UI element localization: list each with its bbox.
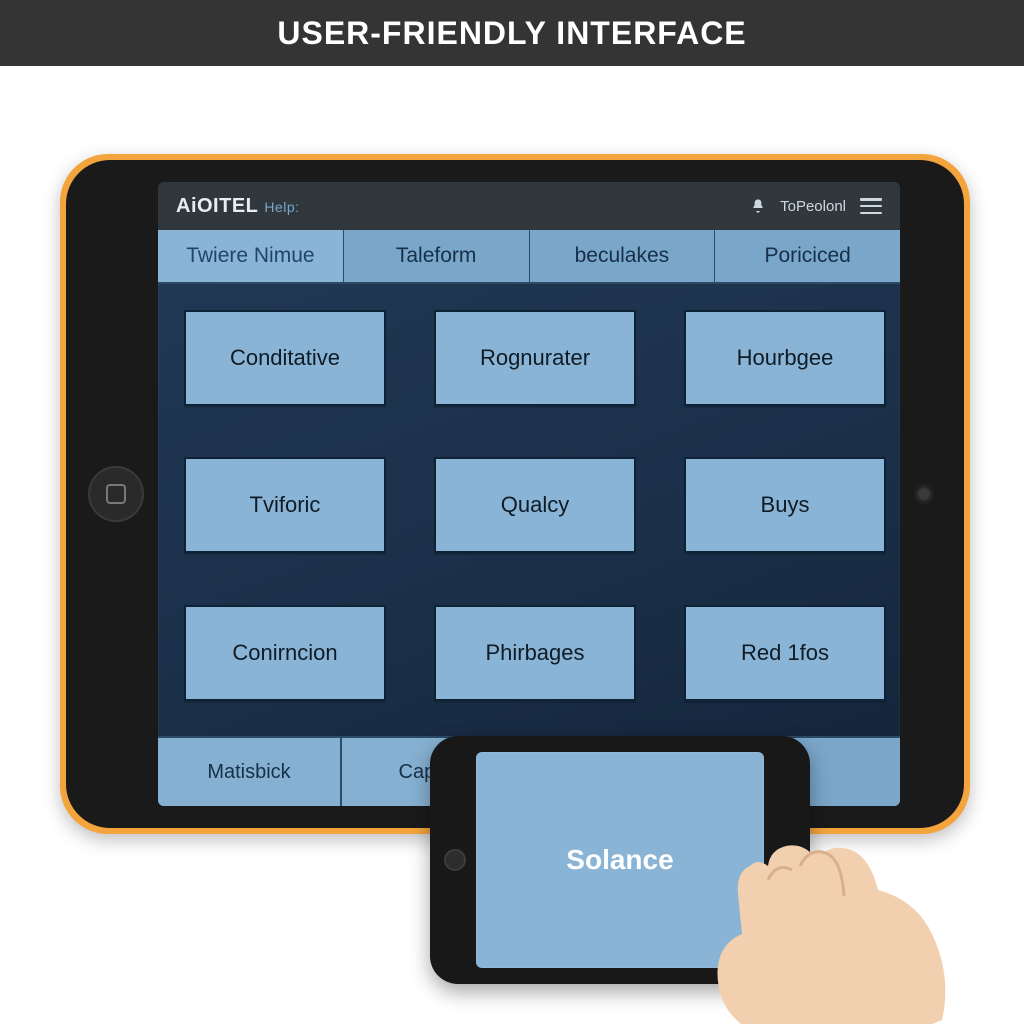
tile-conirncion[interactable]: Conirncion (184, 605, 386, 701)
tab-label: Twiere Nimue (186, 244, 314, 268)
tablet-device: AiOITEL Help: ToPeolonl Twiere Nimue Tal… (60, 154, 970, 834)
page-banner: USER-FRIENDLY INTERFACE (0, 0, 1024, 66)
brand-sub: Help: (264, 199, 299, 215)
tile-red-1fos[interactable]: Red 1fos (684, 605, 886, 701)
tablet-bezel: AiOITEL Help: ToPeolonl Twiere Nimue Tal… (66, 160, 964, 828)
tablet-home-button[interactable] (88, 466, 144, 522)
tile-label: Buys (761, 492, 810, 518)
bottom-label: Matisbick (207, 761, 290, 784)
phone-app-label: Solance (566, 844, 673, 876)
tile-rognurater[interactable]: Rognurater (434, 310, 636, 406)
stage: AiOITEL Help: ToPeolonl Twiere Nimue Tal… (0, 66, 1024, 1024)
tab-label: Taleform (396, 244, 477, 268)
app-topbar: AiOITEL Help: ToPeolonl (158, 182, 900, 230)
phone-home-button[interactable] (444, 849, 466, 871)
tile-label: Conirncion (232, 640, 337, 666)
tile-tviforic[interactable]: Tviforic (184, 457, 386, 553)
tab-2[interactable]: beculakes (529, 230, 715, 284)
app-screen: AiOITEL Help: ToPeolonl Twiere Nimue Tal… (158, 182, 900, 806)
tab-label: beculakes (575, 244, 670, 268)
bottom-matisbick[interactable]: Matisbick (158, 736, 342, 806)
tile-phirbages[interactable]: Phirbages (434, 605, 636, 701)
bell-icon[interactable] (750, 197, 766, 215)
tile-label: Phirbages (485, 640, 584, 666)
phone-device: Solance (430, 736, 810, 984)
tile-label: Tviforic (250, 492, 321, 518)
phone-screen[interactable]: Solance (476, 752, 764, 968)
tab-label: Poriciced (764, 244, 850, 268)
app-brand: AiOITEL Help: (176, 195, 300, 218)
user-label[interactable]: ToPeolonl (780, 198, 846, 215)
banner-title: USER-FRIENDLY INTERFACE (277, 15, 746, 52)
tab-row: Twiere Nimue Taleform beculakes Poricice… (158, 230, 900, 284)
menu-icon[interactable] (860, 198, 882, 214)
tile-label: Qualcy (501, 492, 569, 518)
tile-label: Red 1fos (741, 640, 829, 666)
tab-3[interactable]: Poriciced (714, 230, 900, 284)
tablet-camera-icon (916, 486, 932, 502)
phone-camera-icon (778, 854, 790, 866)
tile-grid: Conditative Rognurater Hourbgee Tviforic… (158, 284, 900, 734)
tab-1[interactable]: Taleform (343, 230, 529, 284)
tile-label: Conditative (230, 345, 340, 371)
tab-0[interactable]: Twiere Nimue (158, 230, 343, 284)
tile-label: Rognurater (480, 345, 590, 371)
tile-buys[interactable]: Buys (684, 457, 886, 553)
tile-qualcy[interactable]: Qualcy (434, 457, 636, 553)
tile-label: Hourbgee (737, 345, 834, 371)
brand-main: AiOITEL (176, 195, 258, 218)
tile-hourbgee[interactable]: Hourbgee (684, 310, 886, 406)
tile-conditative[interactable]: Conditative (184, 310, 386, 406)
